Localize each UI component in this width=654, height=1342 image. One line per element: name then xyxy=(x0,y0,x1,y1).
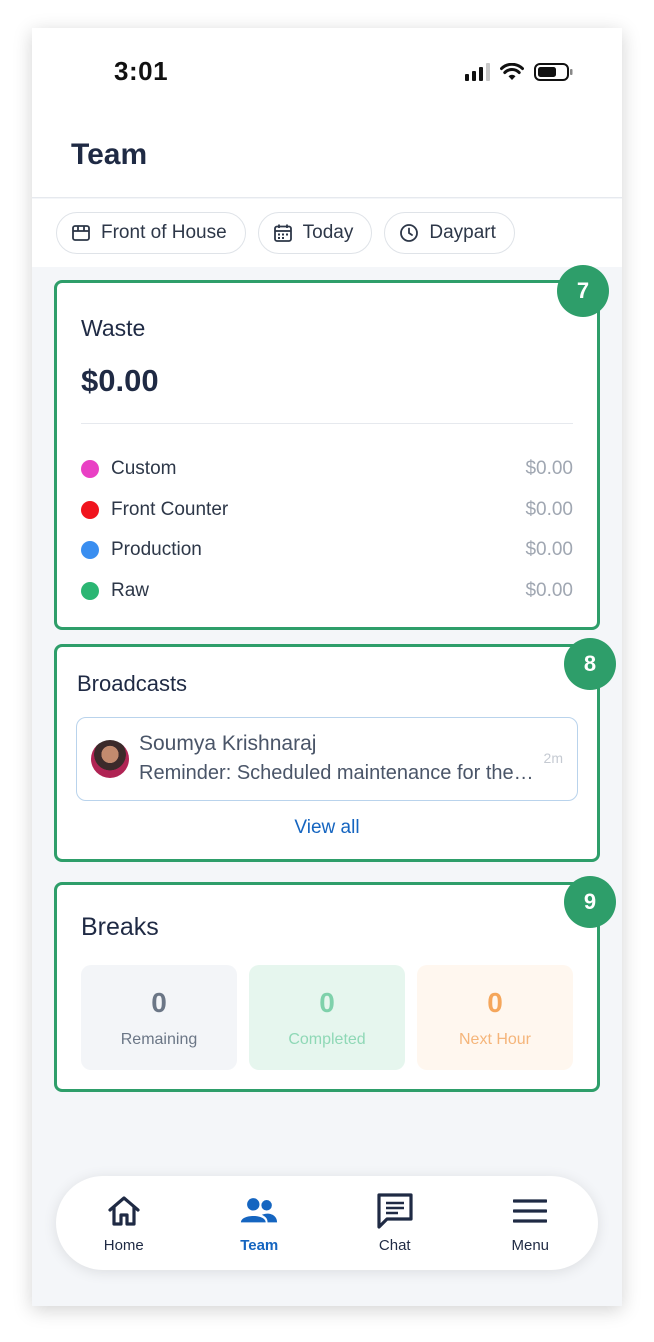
stat-label: Next Hour xyxy=(458,1030,532,1048)
bottom-nav: Home Team Chat Menu xyxy=(56,1176,598,1270)
divider xyxy=(81,423,573,424)
page-title: Team xyxy=(71,138,148,171)
broadcast-time: 2m xyxy=(543,750,563,766)
avatar xyxy=(91,740,129,778)
nav-label: Menu xyxy=(511,1236,550,1254)
waste-row-label: Front Counter xyxy=(111,498,229,520)
waste-row-label: Production xyxy=(111,539,202,561)
waste-row-amount: $0.00 xyxy=(525,498,573,520)
step-badge-9: 9 xyxy=(564,876,616,928)
home-icon xyxy=(104,1193,144,1229)
view-all-link[interactable]: View all xyxy=(57,817,597,839)
waste-row-amount: $0.00 xyxy=(525,539,573,561)
battery-icon xyxy=(534,63,573,81)
filter-chip-label: Front of House xyxy=(101,222,227,243)
phone-screen: 3:01 Team Front of House Today Daypart W… xyxy=(32,28,622,1306)
stat-value: 0 xyxy=(487,986,503,1018)
step-badge-7: 7 xyxy=(557,265,609,317)
stat-next-hour[interactable]: 0 Next Hour xyxy=(417,965,573,1070)
step-badge-8: 8 xyxy=(564,638,616,690)
filter-chip-daypart[interactable]: Daypart xyxy=(384,212,515,254)
broadcast-message: Reminder: Scheduled maintenance for the … xyxy=(139,762,535,784)
wifi-icon xyxy=(500,63,524,80)
stat-remaining[interactable]: 0 Remaining xyxy=(81,965,237,1070)
waste-row-label: Raw xyxy=(111,579,150,601)
clock-icon xyxy=(399,223,419,243)
waste-title: Waste xyxy=(81,315,146,341)
waste-row-front-counter: Front Counter $0.00 xyxy=(81,490,573,531)
chat-icon xyxy=(375,1192,415,1229)
nav-item-home[interactable]: Home xyxy=(56,1176,192,1270)
nav-label: Team xyxy=(240,1236,279,1254)
broadcast-item[interactable]: Soumya Krishnaraj Reminder: Scheduled ma… xyxy=(76,717,578,801)
store-icon xyxy=(71,223,91,243)
breaks-card: Breaks 0 Remaining 0 Completed 0 Next Ho… xyxy=(54,882,600,1092)
waste-row-raw: Raw $0.00 xyxy=(81,571,573,612)
team-icon xyxy=(239,1193,279,1229)
waste-card[interactable]: Waste $0.00 Custom $0.00 Front Counter $… xyxy=(54,280,600,630)
filter-chip-location[interactable]: Front of House xyxy=(56,212,246,254)
stat-value: 0 xyxy=(319,986,335,1018)
status-time: 3:01 xyxy=(114,56,169,86)
legend-dot xyxy=(81,581,99,600)
breaks-title: Breaks xyxy=(81,913,159,941)
waste-row-label: Custom xyxy=(111,458,177,480)
broadcasts-title: Broadcasts xyxy=(77,671,188,696)
legend-dot xyxy=(81,460,99,479)
legend-dot xyxy=(81,500,99,519)
filter-chip-label: Daypart xyxy=(429,222,496,243)
filter-bar: Front of House Today Daypart xyxy=(32,199,622,267)
filter-chip-label: Today xyxy=(302,222,354,243)
stat-value: 0 xyxy=(151,986,167,1018)
broadcast-sender: Soumya Krishnaraj xyxy=(139,732,317,755)
status-icons xyxy=(465,62,574,82)
filter-chip-date[interactable]: Today xyxy=(257,212,373,254)
waste-total: $0.00 xyxy=(81,363,159,398)
waste-row-amount: $0.00 xyxy=(525,579,573,601)
waste-list: Custom $0.00 Front Counter $0.00 Product… xyxy=(81,449,573,611)
nav-item-team[interactable]: Team xyxy=(192,1176,328,1270)
nav-item-chat[interactable]: Chat xyxy=(327,1176,463,1270)
menu-icon xyxy=(510,1193,550,1229)
nav-label: Chat xyxy=(378,1236,411,1254)
stat-label: Completed xyxy=(288,1030,366,1048)
waste-row-amount: $0.00 xyxy=(525,458,573,480)
cellular-signal-icon xyxy=(465,63,490,81)
stat-completed[interactable]: 0 Completed xyxy=(249,965,405,1070)
page-header: Team xyxy=(32,118,622,198)
nav-label: Home xyxy=(103,1236,144,1254)
stat-label: Remaining xyxy=(120,1030,198,1048)
waste-row-custom: Custom $0.00 xyxy=(81,449,573,490)
status-bar: 3:01 xyxy=(32,28,622,118)
nav-item-menu[interactable]: Menu xyxy=(463,1176,599,1270)
calendar-icon xyxy=(273,223,293,243)
waste-row-production: Production $0.00 xyxy=(81,530,573,571)
broadcasts-card: Broadcasts Soumya Krishnaraj Reminder: S… xyxy=(54,644,600,862)
breaks-stats: 0 Remaining 0 Completed 0 Next Hour xyxy=(81,965,573,1070)
legend-dot xyxy=(81,541,99,560)
